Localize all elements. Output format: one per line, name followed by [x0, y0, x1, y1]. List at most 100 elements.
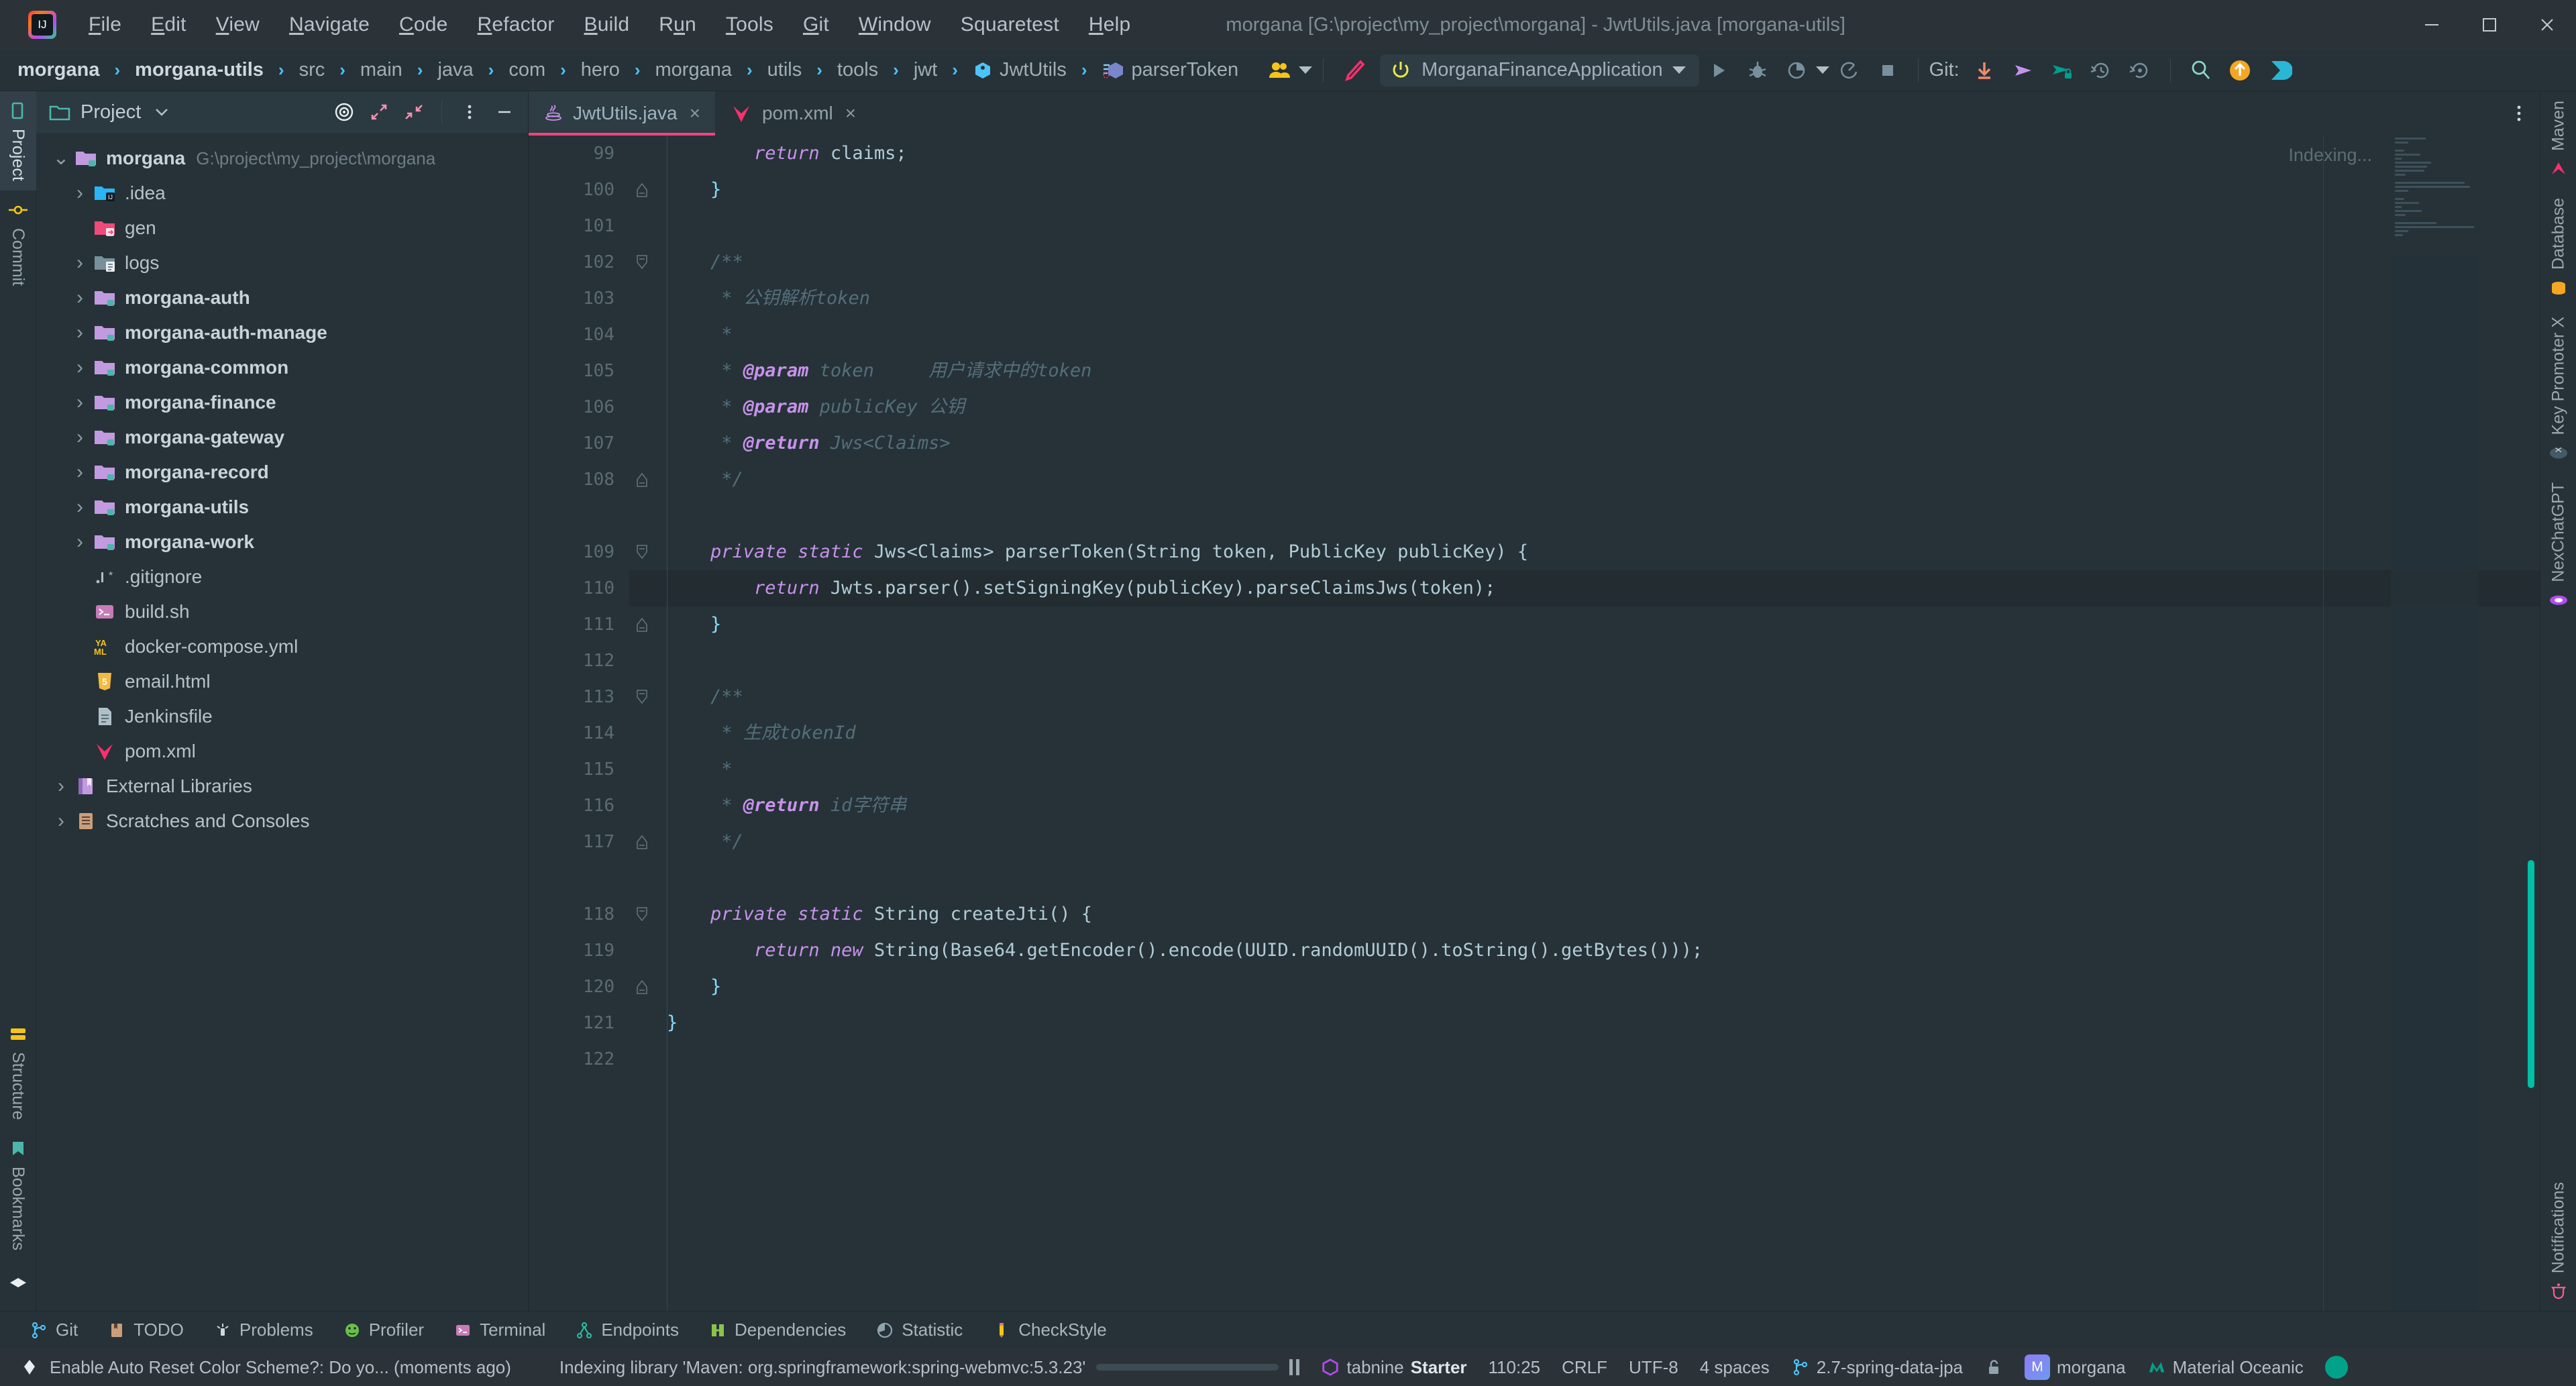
indent-setting[interactable]: 4 spaces [1689, 1357, 1780, 1378]
breadcrumb-item-hero[interactable]: hero [573, 56, 628, 84]
breadcrumb-item-morgana[interactable]: morgana [9, 56, 107, 84]
breadcrumb-item-morgana-utils[interactable]: morgana-utils [127, 56, 272, 84]
chevron-right-icon[interactable]: › [68, 461, 91, 484]
tree-node-morgana-common[interactable]: › morgana-common [36, 350, 528, 385]
run-configuration-selector[interactable]: MorganaFinanceApplication [1380, 54, 1699, 87]
tree-node-email-html[interactable]: 5 email.html [36, 664, 528, 699]
sidebar-item-maven[interactable]: Maven [2548, 91, 2569, 189]
tree-node-morgana-gateway[interactable]: › morgana-gateway [36, 420, 528, 455]
tree-node--gitignore[interactable]: * .gitignore [36, 559, 528, 594]
profiler-button[interactable] [1833, 55, 1864, 86]
breadcrumb-item-com[interactable]: com [500, 56, 553, 84]
gutter-line-102[interactable]: 102 [529, 244, 647, 280]
chevron-right-icon[interactable]: › [68, 496, 91, 519]
breadcrumb-item-jwt[interactable]: jwt [906, 56, 945, 84]
notification-diamond-icon[interactable] [20, 1358, 39, 1377]
code-line-104[interactable]: * [629, 317, 2540, 353]
editor-viewport[interactable]: 99 100 101 102 103 104 105 106 107 108 109 110 111 11… [529, 136, 2540, 1311]
code-line-100[interactable]: } [629, 172, 2540, 208]
coverage-button[interactable] [1781, 55, 1812, 86]
code-line-101[interactable] [629, 208, 2540, 244]
status-indicator-dot[interactable] [2314, 1356, 2359, 1379]
git-branch-widget[interactable]: 2.7-spring-data-jpa [1780, 1357, 1974, 1378]
code-line-116[interactable]: * @return id字符串 [629, 788, 2540, 824]
tree-node-morgana-record[interactable]: › morgana-record [36, 455, 528, 490]
sidebar-item-nexchatgpt[interactable]: NexChatGPT [2548, 473, 2569, 620]
chevron-right-icon[interactable]: › [68, 321, 91, 344]
sidebar-item-project[interactable]: Project [0, 91, 36, 191]
chevron-right-icon[interactable]: › [68, 252, 91, 274]
chevron-right-icon[interactable]: › [68, 531, 91, 553]
sidebar-item-commit[interactable]: Commit [8, 191, 28, 295]
menu-item-run[interactable]: Run [644, 9, 711, 40]
gutter-line-103[interactable]: 103 [529, 280, 629, 317]
project-tree[interactable]: ⌄ morgana G:\project\my_project\morgana › IJ… [36, 133, 528, 1311]
code-line-103[interactable]: * 公钥解析token [629, 280, 2540, 317]
gutter-line-104[interactable]: 104 [529, 317, 629, 353]
sidebar-item-notifications[interactable]: Notifications [2548, 1173, 2569, 1311]
menu-item-git[interactable]: Git [788, 9, 844, 40]
gutter-line-114[interactable]: 114 [529, 715, 629, 751]
code-line-117[interactable]: */ [629, 824, 2540, 860]
build-hammer-icon[interactable] [1338, 55, 1369, 86]
gutter-line-106[interactable]: 106 [529, 389, 629, 425]
tree-node-morgana-finance[interactable]: › morgana-finance [36, 385, 528, 420]
bottom-tab-checkstyle[interactable]: CheckStyle [992, 1320, 1107, 1340]
code-line-110[interactable]: return Jwts.parser().setSigningKey(publi… [629, 570, 2540, 606]
chevron-right-icon[interactable]: › [68, 286, 91, 309]
code-line-108[interactable]: */ [629, 462, 2540, 498]
commit-arrow-icon[interactable] [2008, 55, 2039, 86]
chevron-right-icon[interactable]: › [68, 391, 91, 414]
tree-node-build-sh[interactable]: build.sh [36, 594, 528, 629]
chevron-down-icon[interactable]: ⌄ [50, 148, 72, 168]
editor-scrollbar-thumb[interactable] [2528, 860, 2534, 1088]
code-line-107[interactable]: * @return Jws<Claims> [629, 425, 2540, 462]
editor-tab-pom-xml[interactable]: pom.xml × [715, 91, 871, 136]
tree-node-pom-xml[interactable]: pom.xml [36, 734, 528, 769]
gutter-line-blank[interactable] [529, 498, 629, 534]
tree-node-morgana-utils[interactable]: › morgana-utils [36, 490, 528, 525]
gutter-line-112[interactable]: 112 [529, 643, 629, 679]
sidebar-item-key-promoter-x[interactable]: X Key Promoter X [2548, 307, 2569, 472]
code-line-102[interactable]: /** [629, 244, 2540, 280]
menu-item-file[interactable]: File [74, 9, 136, 40]
gutter-line-117[interactable]: 117 [529, 824, 647, 860]
breadcrumb-item-utils[interactable]: utils [759, 56, 810, 84]
breadcrumb-item-parsertoken[interactable]: parserToken [1094, 56, 1247, 84]
gutter-line-109[interactable]: 109 [529, 534, 647, 570]
code-line-109[interactable]: private static Jws<Claims> parserToken(S… [629, 534, 2540, 570]
line-separator[interactable]: CRLF [1551, 1357, 1618, 1378]
bottom-tab-problems[interactable]: Problems [213, 1320, 313, 1340]
gutter-line-118[interactable]: 118 [529, 896, 647, 932]
tree-node-gen[interactable]: gen [36, 211, 528, 246]
breadcrumb-item-java[interactable]: java [429, 56, 481, 84]
code-line-blank[interactable] [629, 860, 2540, 896]
pause-icon[interactable] [1279, 1359, 1310, 1375]
code-line-blank[interactable] [629, 498, 2540, 534]
module-widget[interactable]: M morgana [2014, 1354, 2137, 1380]
file-encoding[interactable]: UTF-8 [1618, 1357, 1689, 1378]
chevron-right-icon[interactable]: › [68, 182, 91, 205]
bottom-tab-dependencies[interactable]: Dependencies [708, 1320, 846, 1340]
select-opened-file-icon[interactable] [330, 98, 358, 126]
sidebar-item-database[interactable]: Database [2548, 189, 2569, 307]
minimize-button[interactable] [2403, 0, 2461, 50]
menu-item-navigate[interactable]: Navigate [274, 9, 384, 40]
close-icon[interactable]: × [845, 103, 856, 124]
push-lock-icon[interactable] [2047, 55, 2078, 86]
breadcrumb-item-tools[interactable]: tools [829, 56, 886, 84]
unlock-icon[interactable] [1974, 1358, 2014, 1377]
people-icon[interactable] [1264, 55, 1295, 86]
menu-item-view[interactable]: View [201, 9, 274, 40]
gutter-line-101[interactable]: 101 [529, 208, 629, 244]
editor-gutter[interactable]: 99 100 101 102 103 104 105 106 107 108 109 110 111 11… [529, 136, 647, 1311]
rollback-icon[interactable] [2125, 55, 2155, 86]
more-options-icon[interactable] [455, 98, 484, 126]
menu-item-build[interactable]: Build [570, 9, 645, 40]
caret-position[interactable]: 110:25 [1478, 1357, 1552, 1378]
bottom-tab-statistic[interactable]: Statistic [875, 1320, 963, 1340]
editor-tab-jwtutils-java[interactable]: JwtUtils.java × [529, 91, 715, 136]
code-line-99[interactable]: return claims; [629, 136, 2540, 172]
gutter-line-105[interactable]: 105 [529, 353, 629, 389]
gutter-line-121[interactable]: 121 [529, 1005, 629, 1041]
